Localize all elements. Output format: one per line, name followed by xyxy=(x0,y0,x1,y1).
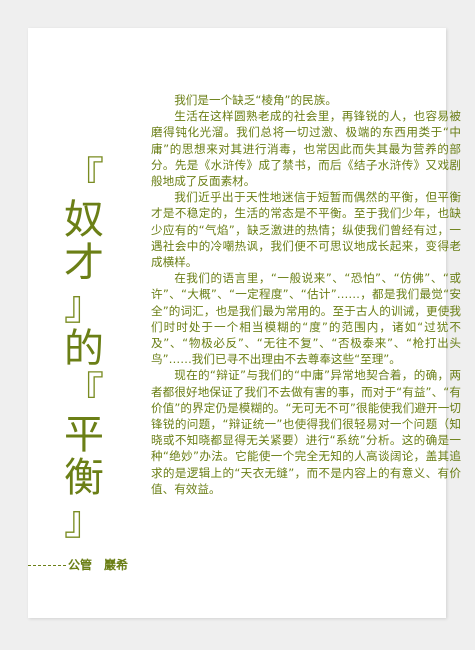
paragraph: 我们近乎出于天性地迷信于短暂而偶然的平衡，但平衡才是不稳定的，生活的常态是不平衡… xyxy=(151,190,461,270)
title-char: 的 xyxy=(64,326,104,372)
byline-dash xyxy=(28,565,66,566)
byline-author: 巖希 xyxy=(104,558,129,572)
title-char: 才 xyxy=(64,240,104,286)
title-bracket-open: 『 xyxy=(64,369,104,415)
title-char: 衡 xyxy=(64,455,104,501)
paragraph: 现在的“辩证”与我们的“中庸”异常地契合着，的确，两者都很好地保证了我们不去做有… xyxy=(151,368,461,496)
title-char: 奴 xyxy=(64,197,104,243)
title-bracket-open: 『 xyxy=(64,154,104,200)
paragraph: 在我们的语言里，“一般说来”、“恐怕”、“仿佛”、“或许”、“大概”、“一定程度… xyxy=(151,271,461,367)
title-char: 平 xyxy=(64,412,104,458)
document-page: 『 奴 才 』 的 『 平 衡 』 公管 巖希 我们是一个缺乏“棱角”的民族。 生… xyxy=(28,28,461,618)
byline-prefix: 公管 xyxy=(68,558,93,572)
paragraph: 生活在这样圆熟老成的社会里，再锋锐的人，也容易被磨得钝化光溜。我们总将一切过激、… xyxy=(151,109,461,189)
paragraph: 我们是一个缺乏“棱角”的民族。 xyxy=(174,93,337,107)
byline: 公管 巖希 xyxy=(28,556,148,574)
article-body: 我们是一个缺乏“棱角”的民族。 生活在这样圆熟老成的社会里，再锋锐的人，也容易被… xyxy=(151,92,461,497)
title-bracket-close: 』 xyxy=(64,498,104,544)
article-title: 『 奴 才 』 的 『 平 衡 』 xyxy=(56,156,112,543)
title-bracket-close: 』 xyxy=(64,283,104,329)
